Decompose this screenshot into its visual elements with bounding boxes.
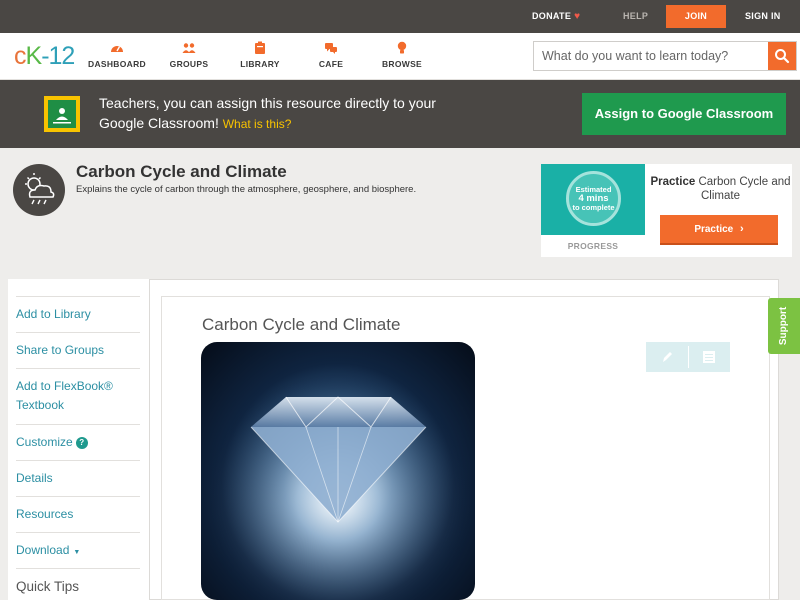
main-header: cK-12 DASHBOARD GROUPS LIBRARY CAFE BROW… bbox=[0, 33, 800, 80]
browse-icon bbox=[397, 41, 407, 54]
nav-dashboard[interactable]: DASHBOARD bbox=[82, 41, 152, 69]
weather-cloud-icon bbox=[13, 164, 65, 216]
ck12-logo[interactable]: cK-12 bbox=[14, 43, 75, 69]
add-to-flexbook-link[interactable]: Add to FlexBook® Textbook bbox=[16, 368, 140, 415]
donate-link[interactable]: DONATE ♥ bbox=[532, 0, 580, 33]
cafe-icon bbox=[325, 43, 337, 54]
nav-groups[interactable]: GROUPS bbox=[154, 41, 224, 69]
chevron-right-icon: › bbox=[740, 223, 744, 235]
diamond-image bbox=[201, 342, 475, 600]
practice-button[interactable]: Practice › bbox=[660, 215, 778, 245]
library-icon bbox=[255, 41, 265, 54]
heart-icon: ♥ bbox=[574, 11, 581, 22]
concept-description: Explains the cycle of carbon through the… bbox=[76, 184, 417, 195]
estimated-time-badge: Estimated 4 mins to complete bbox=[566, 171, 621, 226]
customize-link[interactable]: Customize? bbox=[16, 424, 140, 452]
download-dropdown[interactable]: Download ▼ bbox=[16, 532, 140, 562]
groups-icon bbox=[182, 43, 196, 53]
search-icon bbox=[775, 49, 790, 64]
progress-label: PROGRESS bbox=[567, 241, 619, 251]
assign-to-google-classroom-button[interactable]: Assign to Google Classroom bbox=[582, 93, 786, 135]
nav-cafe[interactable]: CAFE bbox=[296, 41, 366, 69]
join-button[interactable]: JOIN bbox=[666, 5, 726, 28]
search-button[interactable] bbox=[768, 42, 796, 70]
practice-title: Practice Carbon Cycle and Climate bbox=[650, 176, 791, 202]
action-sidebar: Add to Library Share to Groups Add to Fl… bbox=[8, 279, 150, 600]
share-to-groups-link[interactable]: Share to Groups bbox=[16, 332, 140, 360]
nav-library[interactable]: LIBRARY bbox=[225, 41, 295, 69]
what-is-this-link[interactable]: What is this? bbox=[223, 117, 292, 131]
search-input[interactable] bbox=[534, 42, 768, 70]
notes-icon[interactable] bbox=[701, 349, 717, 365]
sign-in-link[interactable]: SIGN IN bbox=[745, 0, 781, 33]
details-link[interactable]: Details bbox=[16, 460, 140, 488]
banner-message: Teachers, you can assign this resource d… bbox=[99, 95, 436, 131]
content-tools bbox=[646, 342, 730, 372]
dashboard-icon bbox=[111, 46, 123, 52]
caret-down-icon: ▼ bbox=[73, 549, 81, 556]
top-bar: DONATE ♥ HELP JOIN SIGN IN bbox=[0, 0, 800, 33]
google-classroom-icon bbox=[44, 96, 80, 132]
search-box bbox=[533, 41, 797, 71]
concept-title: Carbon Cycle and Climate bbox=[76, 162, 287, 181]
help-link[interactable]: HELP bbox=[623, 0, 648, 33]
help-question-icon[interactable]: ? bbox=[75, 437, 88, 449]
nav-browse[interactable]: BROWSE bbox=[367, 41, 437, 69]
quick-tips-heading: Quick Tips bbox=[16, 568, 140, 596]
practice-card: Estimated 4 mins to complete PROGRESS Pr… bbox=[541, 164, 792, 257]
support-tab[interactable]: Support bbox=[768, 298, 800, 354]
practice-thumbnail: Estimated 4 mins to complete bbox=[541, 164, 645, 235]
content-title: Carbon Cycle and Climate bbox=[202, 315, 401, 334]
google-classroom-banner: Teachers, you can assign this resource d… bbox=[0, 80, 800, 148]
add-to-library-link[interactable]: Add to Library bbox=[16, 296, 140, 324]
pencil-icon[interactable] bbox=[659, 349, 675, 365]
resources-link[interactable]: Resources bbox=[16, 496, 140, 524]
